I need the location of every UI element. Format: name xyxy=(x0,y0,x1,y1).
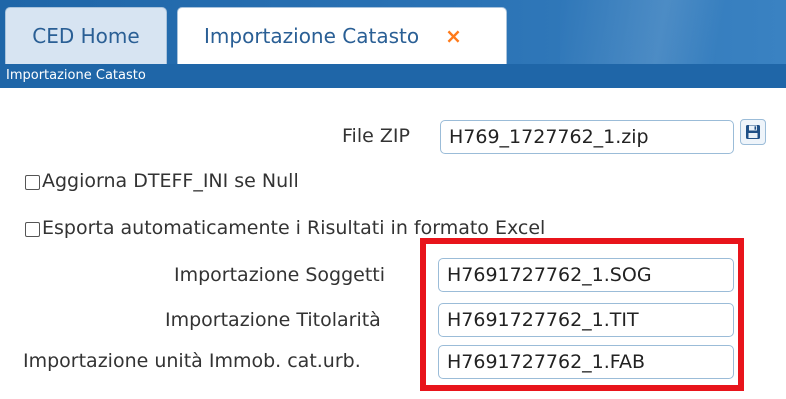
floppy-disk-icon xyxy=(746,125,760,139)
checkbox-esporta-excel[interactable] xyxy=(25,222,40,237)
importazione-soggetti-label: Importazione Soggetti xyxy=(174,264,386,286)
tab-ced-home-label: CED Home xyxy=(32,24,140,48)
checkbox-aggiorna-dteff-label: Aggiorna DTEFF_INI se Null xyxy=(42,170,299,192)
importazione-unita-label: Importazione unità Immob. cat.urb. xyxy=(23,350,361,372)
tab-bar: CED Home Importazione Catasto × xyxy=(0,0,786,64)
tab-importazione-catasto[interactable]: Importazione Catasto × xyxy=(177,7,507,64)
window-title: Importazione Catasto xyxy=(0,64,786,88)
checkbox-aggiorna-dteff[interactable] xyxy=(25,175,40,190)
tab-importazione-catasto-label: Importazione Catasto xyxy=(204,24,420,48)
highlight-box xyxy=(420,238,744,391)
save-button[interactable] xyxy=(740,119,766,145)
checkbox-esporta-excel-label: Esporta automaticamente i Risultati in f… xyxy=(42,217,546,239)
importazione-titolarita-label: Importazione Titolarità xyxy=(165,309,381,331)
file-zip-label: File ZIP xyxy=(342,125,410,147)
tab-ced-home[interactable]: CED Home xyxy=(5,7,167,64)
tab-bar-decoration xyxy=(560,0,786,64)
file-zip-input[interactable] xyxy=(440,120,734,154)
close-tab-icon[interactable]: × xyxy=(445,24,462,48)
